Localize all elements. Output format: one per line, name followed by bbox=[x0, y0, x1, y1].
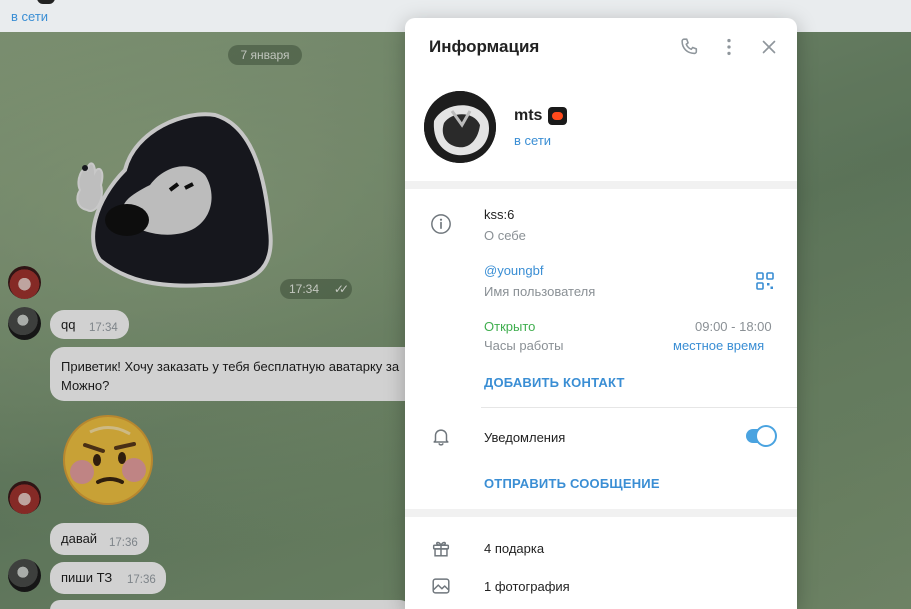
business-hours-label: Часы работы bbox=[484, 338, 564, 353]
photos-item[interactable]: 1 фотография bbox=[484, 579, 570, 594]
gifts-item[interactable]: 4 подарка bbox=[484, 541, 544, 556]
row-divider bbox=[481, 407, 797, 408]
close-icon[interactable] bbox=[758, 36, 780, 58]
bio-label: О себе bbox=[484, 228, 526, 243]
phone-icon[interactable] bbox=[678, 36, 700, 58]
section-divider bbox=[405, 509, 797, 517]
section-divider bbox=[405, 181, 797, 189]
add-contact-button[interactable]: ДОБАВИТЬ КОНТАКТ bbox=[484, 375, 625, 390]
local-time-toggle[interactable]: местное время bbox=[673, 338, 764, 353]
profile-status: в сети bbox=[514, 133, 552, 148]
photo-icon bbox=[432, 578, 450, 594]
profile-avatar[interactable] bbox=[424, 91, 496, 163]
business-hours-status: Открыто bbox=[484, 319, 536, 334]
info-panel: Информация mts в сети kss:6 О себе @youn… bbox=[405, 18, 797, 609]
profile-name: mts bbox=[514, 107, 543, 124]
notifications-toggle[interactable] bbox=[746, 427, 776, 445]
header-status: в сети bbox=[11, 9, 49, 24]
bio-text[interactable]: kss:6 bbox=[484, 207, 514, 222]
username-label: Имя пользователя bbox=[484, 284, 596, 299]
send-message-button[interactable]: ОТПРАВИТЬ СООБЩЕНИЕ bbox=[484, 476, 660, 491]
header-avatar-fragment bbox=[37, 0, 55, 4]
more-options-icon[interactable] bbox=[718, 36, 740, 58]
business-hours-range: 09:00 - 18:00 bbox=[695, 319, 772, 334]
username-link[interactable]: @youngbf bbox=[484, 263, 543, 278]
profile-photo bbox=[424, 91, 496, 163]
qr-code-icon[interactable] bbox=[755, 271, 775, 291]
info-icon bbox=[431, 214, 451, 234]
gift-icon bbox=[432, 541, 450, 557]
bell-icon bbox=[433, 429, 449, 446]
notifications-label: Уведомления bbox=[484, 430, 566, 445]
emoji-status-icon[interactable] bbox=[548, 107, 567, 125]
panel-title: Информация bbox=[429, 37, 540, 56]
